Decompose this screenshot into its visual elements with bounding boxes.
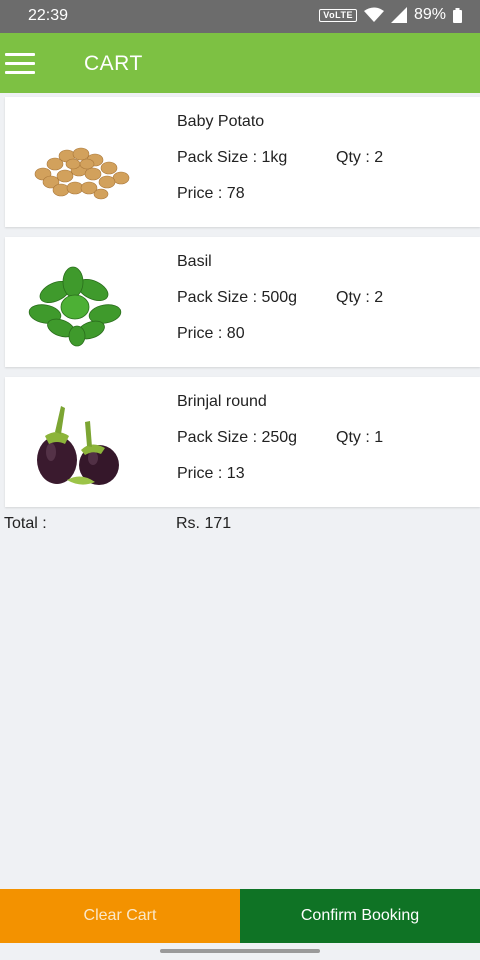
- potato-image: [34, 147, 130, 200]
- cart-item-baby-potato[interactable]: Baby Potato Pack Size : 1kg Qty : 2 Pric…: [5, 97, 480, 227]
- item-qty: Qty : 1: [336, 429, 384, 446]
- item-qty: Qty : 2: [336, 289, 384, 306]
- item-name: Baby Potato: [177, 113, 265, 130]
- app-bar: CART: [0, 33, 480, 93]
- basil-image: [28, 266, 122, 347]
- item-name: Basil: [177, 253, 212, 270]
- item-price: Price : 80: [177, 325, 245, 342]
- item-pack-size: Pack Size : 1kg: [177, 149, 288, 166]
- status-bar: 22:39 VoLTE 89%: [0, 0, 480, 33]
- item-price: Price : 78: [177, 185, 245, 202]
- cart-item-brinjal-round[interactable]: Brinjal round Pack Size : 250g Qty : 1 P…: [5, 377, 480, 507]
- gesture-navigation-bar[interactable]: [160, 949, 320, 953]
- item-price: Price : 13: [177, 465, 245, 482]
- status-icons: VoLTE 89%: [319, 6, 462, 24]
- page-title: CART: [84, 52, 143, 75]
- item-pack-size: Pack Size : 500g: [177, 289, 298, 306]
- item-pack-size: Pack Size : 250g: [177, 429, 298, 446]
- hamburger-menu-icon[interactable]: [5, 53, 37, 75]
- brinjal-image: [37, 406, 119, 485]
- status-time: 22:39: [28, 7, 69, 24]
- confirm-booking-button[interactable]: Confirm Booking: [240, 889, 480, 943]
- battery-icon: [453, 7, 462, 23]
- signal-icon: [390, 7, 407, 23]
- volte-badge: VoLTE: [319, 8, 357, 22]
- item-qty: Qty : 2: [336, 149, 384, 166]
- clear-cart-button[interactable]: Clear Cart: [0, 889, 240, 943]
- wifi-icon: [363, 7, 384, 22]
- item-name: Brinjal round: [177, 393, 267, 410]
- total-label: Total :: [4, 515, 47, 532]
- cart-item-basil[interactable]: Basil Pack Size : 500g Qty : 2 Price : 8…: [5, 237, 480, 367]
- total-value: Rs. 171: [176, 515, 232, 532]
- battery-level: 89%: [413, 6, 446, 23]
